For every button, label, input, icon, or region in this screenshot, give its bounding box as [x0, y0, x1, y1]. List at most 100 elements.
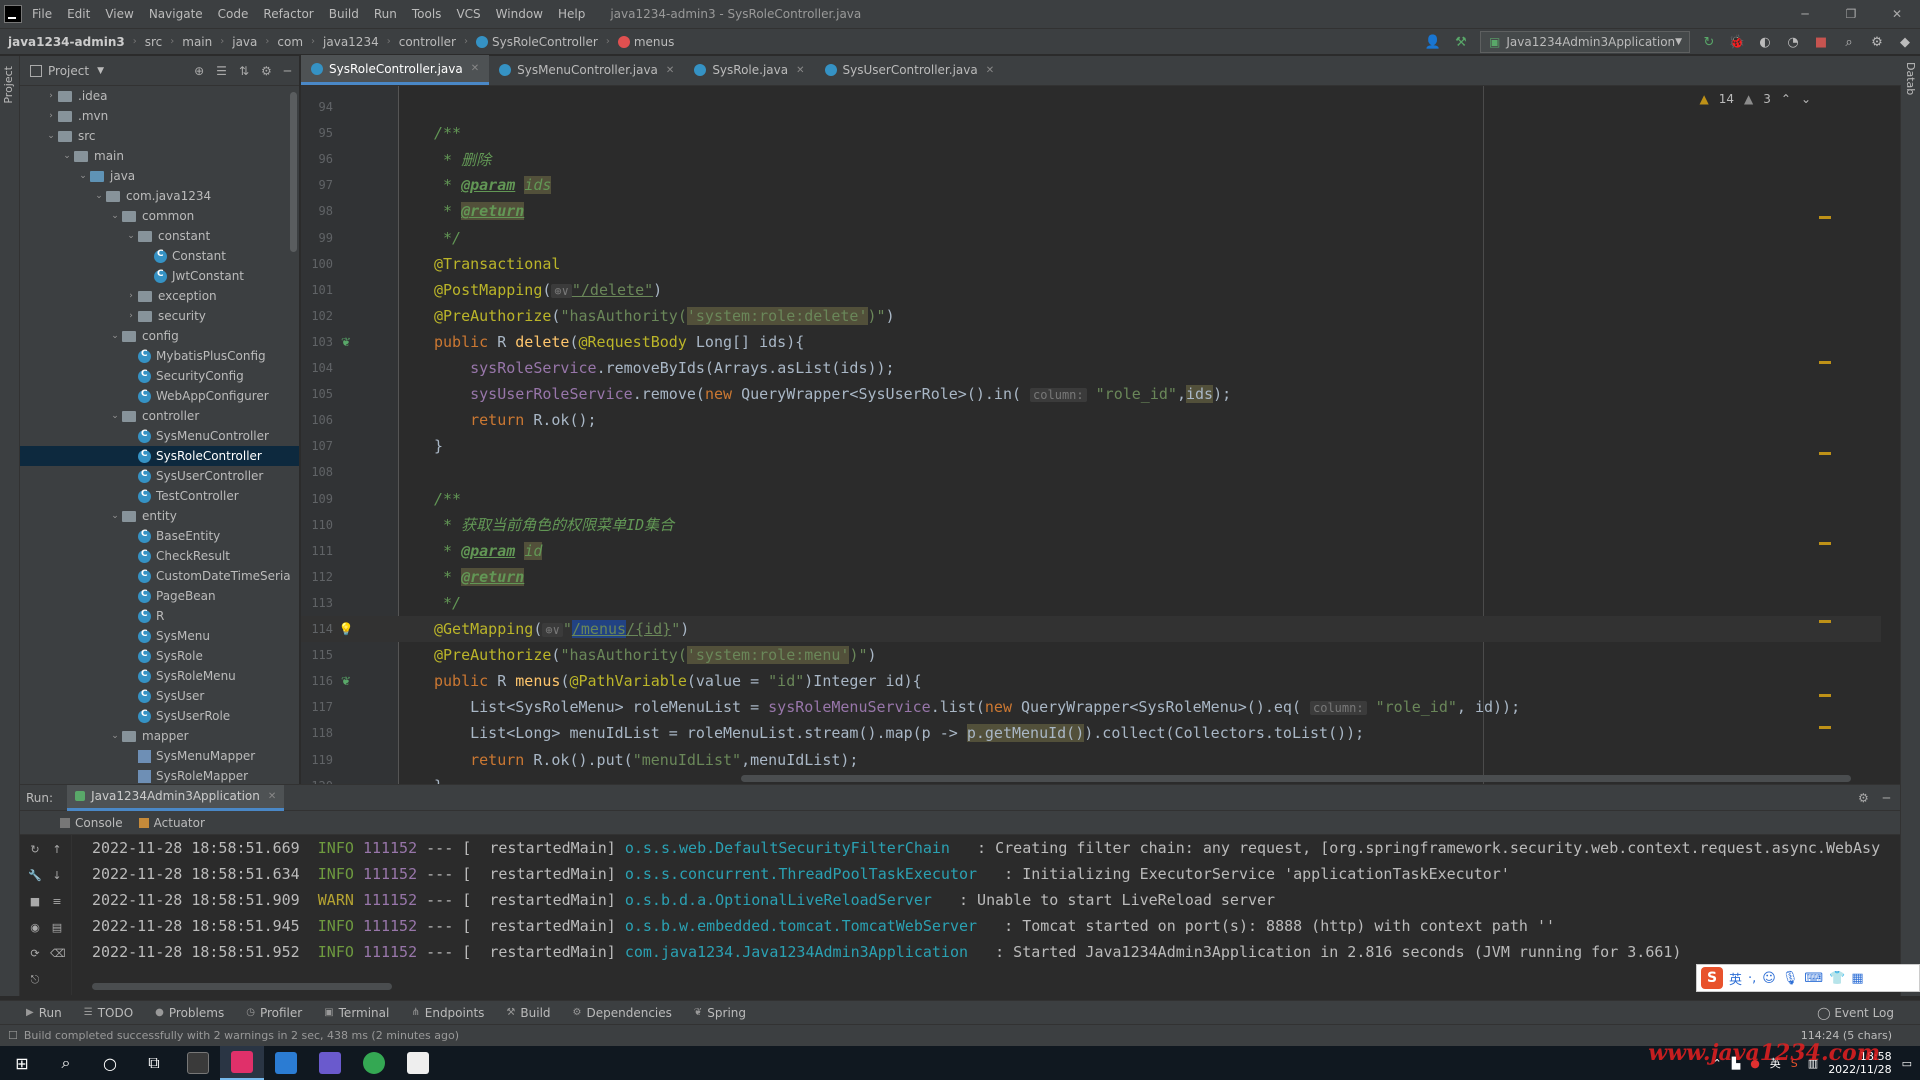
tree-item[interactable]: SysMenuMapper	[20, 746, 299, 766]
notification-icon[interactable]: ▭	[1902, 1057, 1912, 1070]
close-icon[interactable]: ✕	[666, 65, 674, 76]
expand-all-icon[interactable]: ☰	[216, 64, 227, 78]
notepad-icon[interactable]	[396, 1046, 440, 1080]
chevron-right-icon[interactable]: ›	[124, 311, 138, 321]
tab-sysrole[interactable]: SysRole.java ✕	[684, 55, 814, 85]
print-icon[interactable]: ▤	[50, 921, 64, 935]
soft-wrap-icon[interactable]: ≡	[50, 895, 64, 909]
code-line[interactable]: 112 * @return	[301, 564, 1881, 590]
chevron-down-icon[interactable]: ⌄	[108, 211, 122, 221]
chevron-down-icon[interactable]: ⌄	[60, 151, 74, 161]
line-number[interactable]: 102	[301, 309, 333, 323]
line-number[interactable]: 106	[301, 413, 333, 427]
line-number[interactable]: 119	[301, 753, 333, 767]
warning-marker[interactable]	[1819, 452, 1831, 455]
tree-item[interactable]: BaseEntity	[20, 526, 299, 546]
locate-icon[interactable]: ⊕	[194, 64, 204, 78]
code-line[interactable]: 103 ❦ public R delete(@RequestBody Long[] …	[301, 329, 1881, 355]
chevron-down-icon[interactable]: ▼	[97, 66, 104, 76]
line-number[interactable]: 105	[301, 387, 333, 401]
app-icon[interactable]	[176, 1046, 220, 1080]
code-line[interactable]: 97 * @param ids	[301, 172, 1881, 198]
tree-item[interactable]: SysMenuController	[20, 426, 299, 446]
console-output[interactable]: 2022-11-28 18:58:51.669 INFO 111152 --- …	[92, 835, 1892, 985]
search-icon[interactable]: ⌕	[1840, 33, 1858, 51]
chevron-down-icon[interactable]: ⌄	[108, 731, 122, 741]
tree-item[interactable]: SecurityConfig	[20, 366, 299, 386]
tree-item[interactable]: PageBean	[20, 586, 299, 606]
toolwindow-terminal[interactable]: ▣ Terminal	[324, 1006, 389, 1020]
code-line[interactable]: 111 * @param id	[301, 538, 1881, 564]
breadcrumb-java1234[interactable]: java1234	[323, 35, 379, 49]
code-line[interactable]: 117 List<SysRoleMenu> roleMenuList = sys…	[301, 694, 1881, 720]
spring-bean-icon[interactable]: ❦	[338, 335, 354, 349]
chevron-down-icon[interactable]: ⌄	[108, 331, 122, 341]
tree-item[interactable]: SysRoleMenu	[20, 666, 299, 686]
tab-console[interactable]: Console	[60, 816, 123, 830]
event-log-button[interactable]: ◯ Event Log	[1817, 1006, 1894, 1020]
chevron-up-icon[interactable]: ⌃	[1781, 92, 1791, 106]
windows-start-icon[interactable]: ⊞	[0, 1046, 44, 1080]
code-line[interactable]: 94	[301, 94, 1881, 120]
tree-item[interactable]: › .idea	[20, 86, 299, 106]
project-tool-tab[interactable]: Project	[2, 66, 15, 104]
ime-language-toggle[interactable]: 英	[1729, 969, 1742, 988]
coverage-icon[interactable]: ◐	[1756, 33, 1774, 51]
tree-item[interactable]: CheckResult	[20, 546, 299, 566]
menu-window[interactable]: Window	[496, 7, 543, 21]
database-tool-tab[interactable]: Datab	[1904, 62, 1917, 95]
line-number[interactable]: 112	[301, 570, 333, 584]
line-number[interactable]: 109	[301, 492, 333, 506]
line-number[interactable]: 118	[301, 726, 333, 740]
tree-item[interactable]: ⌄ config	[20, 326, 299, 346]
lightbulb-icon[interactable]: 💡	[338, 622, 354, 636]
project-tree-scrollbar[interactable]	[290, 92, 297, 252]
status-message[interactable]: Build completed successfully with 2 warn…	[24, 1029, 459, 1042]
line-number[interactable]: 110	[301, 518, 333, 532]
menu-tools[interactable]: Tools	[412, 7, 442, 21]
line-number[interactable]: 96	[301, 152, 333, 166]
run-app-tab[interactable]: Java1234Admin3Application ✕	[67, 784, 285, 811]
tree-item[interactable]: ⌄ common	[20, 206, 299, 226]
intellij-taskbar-icon[interactable]	[220, 1046, 264, 1080]
breadcrumb-main[interactable]: main	[182, 35, 212, 49]
chevron-down-icon[interactable]: ⌄	[108, 411, 122, 421]
spring-bean-icon[interactable]: ❦	[338, 674, 354, 688]
code-line[interactable]: 104 sysRoleService.removeByIds(Arrays.as…	[301, 355, 1881, 381]
line-number[interactable]: 100	[301, 257, 333, 271]
tree-item[interactable]: R	[20, 606, 299, 626]
minimize-icon[interactable]: ─	[1782, 0, 1828, 28]
rerun-icon[interactable]: ↻	[28, 843, 42, 857]
breadcrumb-class[interactable]: SysRoleController	[475, 35, 598, 49]
line-number[interactable]: 95	[301, 126, 333, 140]
hide-icon[interactable]: ─	[1883, 791, 1890, 805]
project-view-select[interactable]: Project	[48, 64, 89, 78]
menu-view[interactable]: View	[105, 7, 133, 21]
code-line[interactable]: 114 💡 @GetMapping(⊕∨ "/menus/{id}")	[301, 616, 1881, 642]
log-logger[interactable]: o.s.s.web.DefaultSecurityFilterChain	[625, 839, 950, 857]
chevron-right-icon[interactable]: ›	[44, 111, 58, 121]
gear-icon[interactable]: ⚙	[261, 64, 272, 78]
punctuation-icon[interactable]: ·,	[1748, 971, 1756, 986]
inspection-widget[interactable]: ▲ 14 ▲ 3 ⌃ ⌄	[1699, 92, 1811, 106]
console-horizontal-scrollbar[interactable]	[92, 983, 392, 990]
tree-item[interactable]: SysRole	[20, 646, 299, 666]
menu-edit[interactable]: Edit	[67, 7, 90, 21]
tree-item[interactable]: › exception	[20, 286, 299, 306]
line-number[interactable]: 116	[301, 674, 333, 688]
chevron-right-icon[interactable]: ›	[124, 291, 138, 301]
tree-item[interactable]: › security	[20, 306, 299, 326]
warning-marker[interactable]	[1819, 726, 1831, 729]
toolwindow-build[interactable]: ⚒ Build	[506, 1006, 550, 1020]
tree-item[interactable]: ⌄ com.java1234	[20, 186, 299, 206]
emoji-icon[interactable]: ☺	[1762, 971, 1776, 986]
tree-item[interactable]: SysUser	[20, 686, 299, 706]
tree-item[interactable]: SysUserController	[20, 466, 299, 486]
code-line[interactable]: 113 */	[301, 590, 1881, 616]
line-number[interactable]: 101	[301, 283, 333, 297]
close-icon[interactable]: ✕	[1874, 0, 1920, 28]
breadcrumb-src[interactable]: src	[145, 35, 163, 49]
line-number[interactable]: 99	[301, 231, 333, 245]
chevron-down-icon[interactable]: ⌄	[92, 191, 106, 201]
menu-help[interactable]: Help	[558, 7, 585, 21]
